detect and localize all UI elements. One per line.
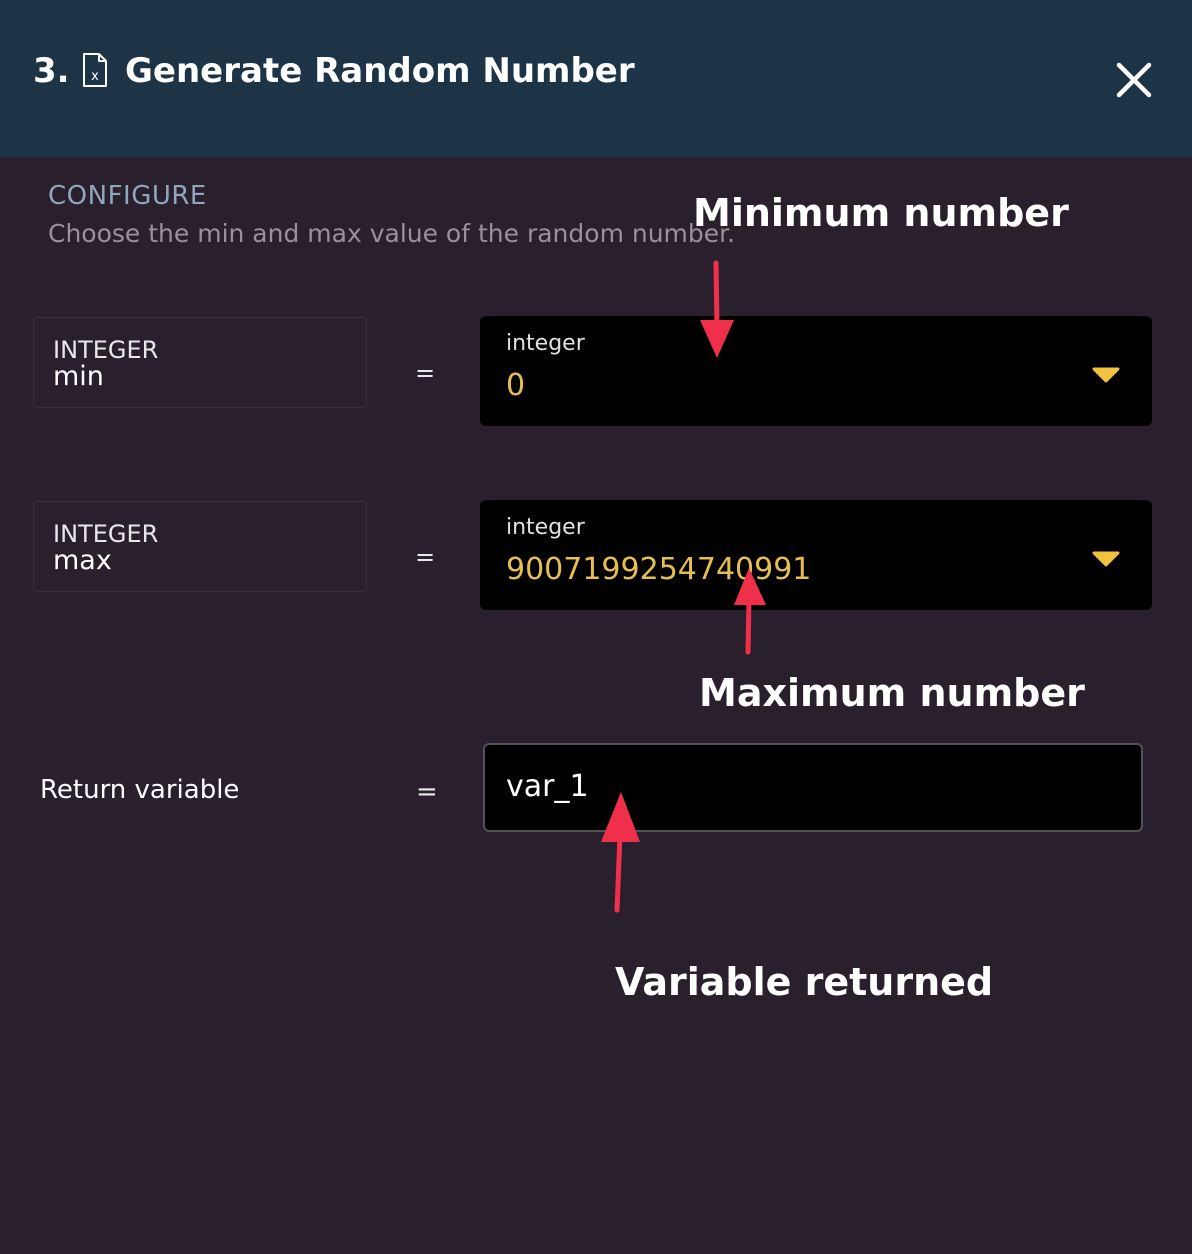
arrow-up-icon (601, 792, 640, 913)
annotation-arrows (601, 260, 766, 913)
arrow-up-icon (734, 568, 766, 655)
arrow-down-icon (700, 260, 734, 358)
